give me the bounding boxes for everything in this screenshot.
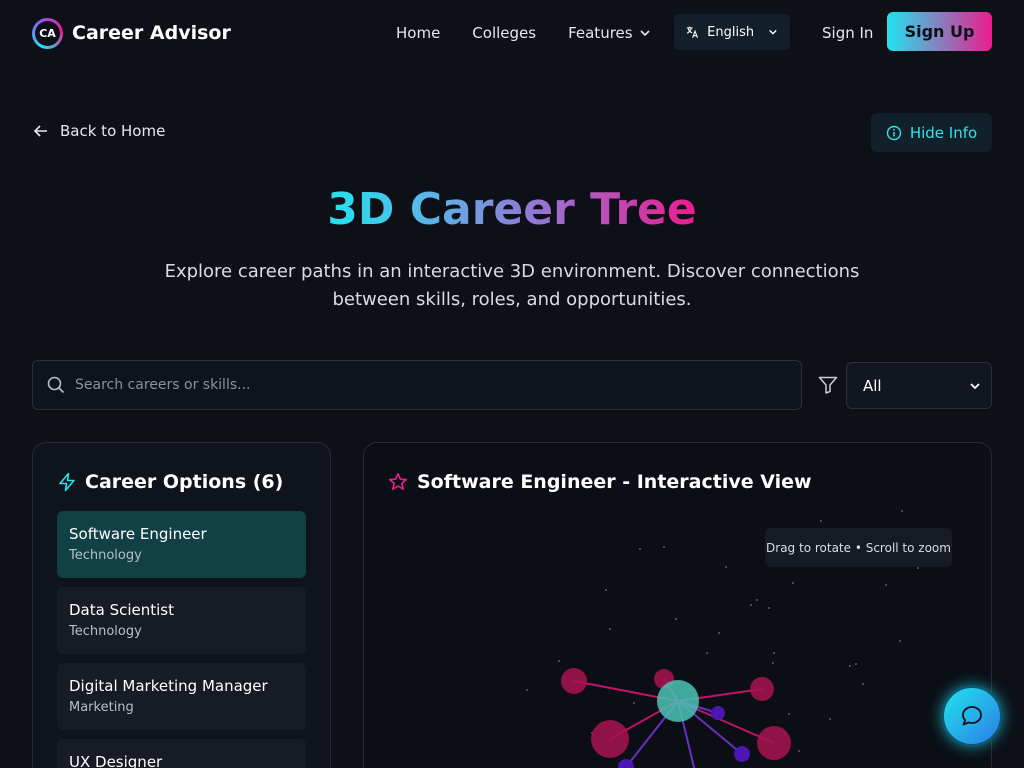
search-bar [32, 360, 802, 410]
chevron-down-icon [769, 29, 777, 35]
translate-icon [686, 26, 699, 38]
arrow-left-icon [33, 125, 47, 137]
info-icon [886, 125, 902, 140]
nav-link-home[interactable]: Home [396, 24, 440, 42]
brand[interactable]: CA Career Advisor [32, 17, 231, 49]
back-to-home-link[interactable]: Back to Home [32, 122, 165, 140]
language-label: English [707, 24, 755, 40]
lightning-icon [59, 472, 75, 492]
nav-link-colleges[interactable]: Colleges [472, 24, 536, 42]
page-title: 3D Career Tree [0, 184, 1024, 235]
page-subtitle: Explore career paths in an interactive 3… [164, 261, 860, 310]
career-card-title: UX Designer [69, 753, 163, 768]
interactive-view-panel: Software Engineer - Interactive View Dra… [363, 442, 992, 768]
career-card-ux-designer[interactable]: UX Designer [57, 739, 306, 768]
nav-link-features-label: Features [568, 24, 633, 42]
brand-name: Career Advisor [72, 22, 231, 44]
search-icon [47, 376, 65, 394]
career-nodes [561, 668, 791, 768]
filter-icon[interactable] [818, 376, 838, 398]
category-filter-value: All [863, 376, 882, 395]
sign-in-link[interactable]: Sign In [822, 24, 873, 42]
career-options-title: Career Options (6) [85, 471, 284, 493]
hide-info-button[interactable]: Hide Info [871, 113, 992, 152]
hide-info-label: Hide Info [909, 123, 978, 142]
career-card-software-engineer[interactable]: Software Engineer Technology [57, 511, 306, 578]
page-title-text: 3D Career Tree [327, 184, 697, 235]
career-card-category: Technology [69, 548, 142, 563]
career-card-title: Data Scientist [69, 601, 174, 619]
chevron-down-icon [640, 30, 650, 37]
logo-text: CA [35, 20, 60, 46]
chat-button[interactable] [941, 685, 1003, 747]
chevron-down-icon [970, 382, 980, 389]
sign-up-button[interactable]: Sign Up [887, 12, 992, 51]
controls-hint: Drag to rotate • Scroll to zoom [765, 528, 952, 567]
career-options-panel: Career Options (6) Software Engineer Tec… [32, 442, 331, 768]
nav-links: Home Colleges Features [396, 0, 683, 66]
chat-bubble-icon [962, 706, 982, 726]
career-card-title: Software Engineer [69, 525, 207, 543]
career-card-category: Marketing [69, 700, 134, 715]
star-icon [389, 473, 407, 490]
interactive-view-header: Software Engineer - Interactive View [388, 471, 812, 493]
career-card-title: Digital Marketing Manager [69, 677, 268, 695]
career-card-data-scientist[interactable]: Data Scientist Technology [57, 587, 306, 654]
back-label: Back to Home [60, 122, 166, 140]
category-filter-select[interactable]: All [846, 362, 992, 409]
nav-link-features[interactable]: Features [568, 24, 651, 42]
interactive-view-title: Software Engineer - Interactive View [417, 471, 812, 493]
career-options-header: Career Options (6) [57, 471, 283, 493]
logo: CA [32, 17, 63, 49]
career-card-digital-marketing-manager[interactable]: Digital Marketing Manager Marketing [57, 663, 306, 730]
career-card-category: Technology [69, 624, 142, 639]
search-input[interactable] [75, 377, 801, 393]
language-selector[interactable]: English [674, 14, 790, 50]
